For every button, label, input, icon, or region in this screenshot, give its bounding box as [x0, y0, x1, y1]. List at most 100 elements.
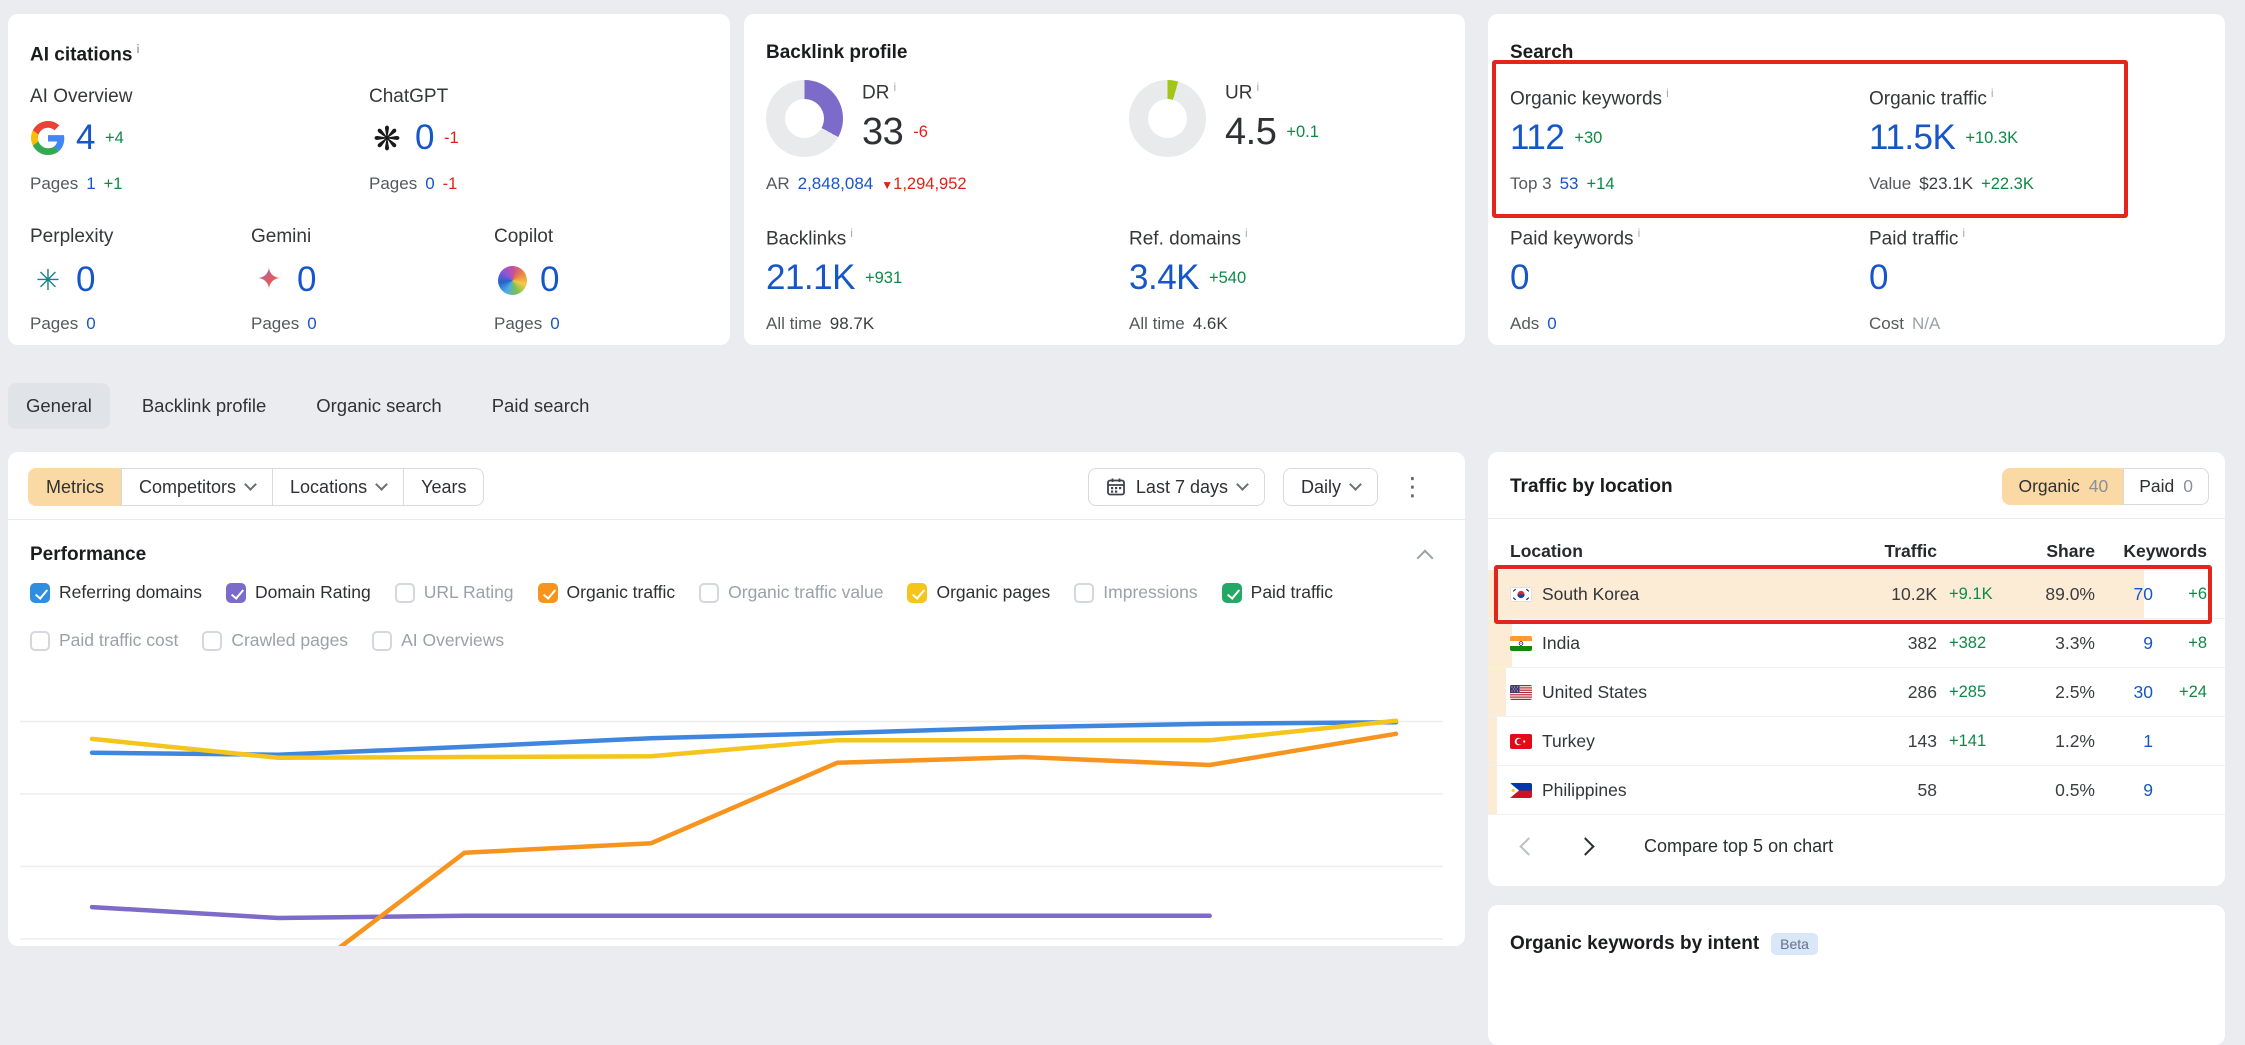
checkbox-url-rating[interactable]: URL Rating — [395, 582, 514, 603]
organic-keywords-value[interactable]: 112 — [1510, 118, 1564, 158]
location-table-body: South Korea 10.2K +9.1K 89.0% 70 +6 Indi… — [1488, 570, 2225, 815]
ur-label: URi — [1225, 80, 1259, 104]
info-icon[interactable]: i — [1962, 226, 1965, 240]
chatgpt-icon: ❋ — [369, 122, 405, 155]
checkbox-box — [30, 583, 50, 603]
south-korea-flag-icon — [1510, 587, 1532, 602]
paid-traffic-value: 0 — [1869, 258, 1888, 298]
ref-domains-label: Ref. domainsi — [1129, 226, 1248, 250]
dr-label: DRi — [862, 80, 896, 104]
ai-overview-label: AI Overview — [30, 86, 132, 108]
checkbox-box — [699, 583, 719, 603]
traffic-by-location-header: Traffic by location Organic40 Paid0 — [1510, 468, 2209, 505]
chatgpt-value: 0 — [415, 118, 434, 158]
locations-button[interactable]: Locations — [272, 468, 403, 506]
checkbox-organic-pages[interactable]: Organic pages — [907, 582, 1050, 603]
years-button[interactable]: Years — [403, 468, 484, 506]
info-icon[interactable]: i — [1245, 226, 1248, 240]
gemini-label: Gemini — [251, 226, 311, 248]
dr-delta: -6 — [913, 123, 928, 142]
paid-keywords-label: Paid keywordsi — [1510, 226, 1640, 250]
backlinks-alltime: All time 98.7K — [766, 314, 874, 334]
organic-keywords-value-row: 112 +30 — [1510, 114, 1602, 162]
organic-traffic-value-row: 11.5K +10.3K — [1869, 114, 2018, 162]
info-icon[interactable]: i — [893, 80, 896, 94]
tab-paid-search[interactable]: Paid search — [474, 383, 608, 429]
info-icon[interactable]: i — [850, 226, 853, 240]
traffic-by-location-title: Traffic by location — [1510, 476, 1673, 498]
backlinks-value-row: 21.1K +931 — [766, 254, 902, 302]
checkbox-impressions[interactable]: Impressions — [1074, 582, 1197, 603]
checkbox-organic-traffic[interactable]: Organic traffic — [538, 582, 676, 603]
share-bar — [1488, 717, 1497, 765]
toggle-organic[interactable]: Organic40 — [2002, 468, 2123, 505]
checkbox-box — [1074, 583, 1094, 603]
copilot-pages: Pages 0 — [494, 314, 560, 334]
table-row-philippines[interactable]: Philippines 58 0.5% 9 — [1488, 766, 2225, 815]
info-icon[interactable]: i — [1638, 226, 1641, 240]
col-share: Share — [2011, 541, 2095, 562]
performance-title: Performance — [30, 544, 146, 566]
performance-card: Metrics Competitors Locations Years Last… — [8, 452, 1465, 946]
date-range-button[interactable]: Last 7 days — [1088, 468, 1265, 506]
ar-row: AR 2,848,084 ▼1,294,952 — [766, 174, 967, 194]
checkbox-box — [202, 631, 222, 651]
ai-overview-value-row: 4 +4 — [30, 114, 124, 162]
organic-traffic-delta: +10.3K — [1965, 129, 2018, 148]
checkbox-box — [395, 583, 415, 603]
tab-organic-search[interactable]: Organic search — [298, 383, 459, 429]
checkbox-referring-domains[interactable]: Referring domains — [30, 582, 202, 603]
checkbox-domain-rating[interactable]: Domain Rating — [226, 582, 371, 603]
chevron-down-icon — [244, 478, 257, 491]
info-icon[interactable]: i — [1256, 80, 1259, 94]
granularity-button[interactable]: Daily — [1283, 468, 1378, 506]
checkbox-box — [1222, 583, 1242, 603]
divider — [8, 519, 1465, 520]
info-icon[interactable]: i — [1666, 86, 1669, 100]
checkbox-box — [538, 583, 558, 603]
checkbox-paid-traffic[interactable]: Paid traffic — [1222, 582, 1333, 603]
search-title: Search — [1510, 42, 1573, 64]
checkbox-box — [907, 583, 927, 603]
compare-top5-label: Compare top 5 on chart — [1644, 836, 1833, 857]
checkbox-ai-overviews[interactable]: AI Overviews — [372, 630, 504, 651]
checkbox-box — [30, 631, 50, 651]
collapse-chevron-icon[interactable] — [1417, 550, 1434, 567]
info-icon[interactable]: i — [1991, 86, 1994, 100]
checkbox-organic-traffic-value[interactable]: Organic traffic value — [699, 582, 883, 603]
table-row-south-korea[interactable]: South Korea 10.2K +9.1K 89.0% 70 +6 — [1488, 570, 2225, 619]
tab-general[interactable]: General — [8, 383, 110, 429]
prev-page-chevron-icon[interactable] — [1519, 837, 1537, 855]
tab-backlink-profile[interactable]: Backlink profile — [124, 383, 284, 429]
metrics-button[interactable]: Metrics — [28, 468, 121, 506]
table-row-india[interactable]: India 382 +382 3.3% 9 +8 — [1488, 619, 2225, 668]
backlink-profile-title: Backlink profile — [766, 42, 908, 64]
organic-traffic-value[interactable]: 11.5K — [1869, 118, 1955, 158]
backlinks-value[interactable]: 21.1K — [766, 258, 855, 298]
ai-overview-value: 4 — [76, 118, 95, 158]
share-bar — [1488, 766, 1497, 814]
ur-donut-chart — [1129, 80, 1206, 157]
checkbox-paid-traffic-cost[interactable]: Paid traffic cost — [30, 630, 178, 651]
performance-line-chart — [8, 680, 1465, 946]
checkbox-crawled-pages[interactable]: Crawled pages — [202, 630, 348, 651]
chatgpt-label: ChatGPT — [369, 86, 448, 108]
organic-keywords-by-intent-card: Organic keywords by intent Beta — [1488, 905, 2225, 1045]
ur-delta: +0.1 — [1286, 123, 1319, 142]
info-icon[interactable]: i — [136, 42, 139, 56]
ai-citations-title: AI citationsi — [30, 42, 140, 66]
table-row-turkey[interactable]: Turkey 143 +141 1.2% 1 — [1488, 717, 2225, 766]
more-options-button[interactable]: ⋮ — [1396, 475, 1429, 500]
ref-domains-value[interactable]: 3.4K — [1129, 258, 1199, 298]
paid-traffic-value-row: 0 — [1869, 254, 1888, 302]
gemini-value-row: ✦ 0 — [251, 256, 316, 304]
dr-value: 33 — [862, 111, 903, 154]
checkbox-box — [226, 583, 246, 603]
competitors-button[interactable]: Competitors — [121, 468, 272, 506]
toggle-paid[interactable]: Paid0 — [2123, 468, 2209, 505]
table-row-united-states[interactable]: United States 286 +285 2.5% 30 +24 — [1488, 668, 2225, 717]
next-page-chevron-icon[interactable] — [1576, 837, 1594, 855]
col-keywords: Keywords — [2095, 541, 2207, 562]
gemini-value: 0 — [297, 260, 316, 300]
backlinks-delta: +931 — [865, 269, 902, 288]
